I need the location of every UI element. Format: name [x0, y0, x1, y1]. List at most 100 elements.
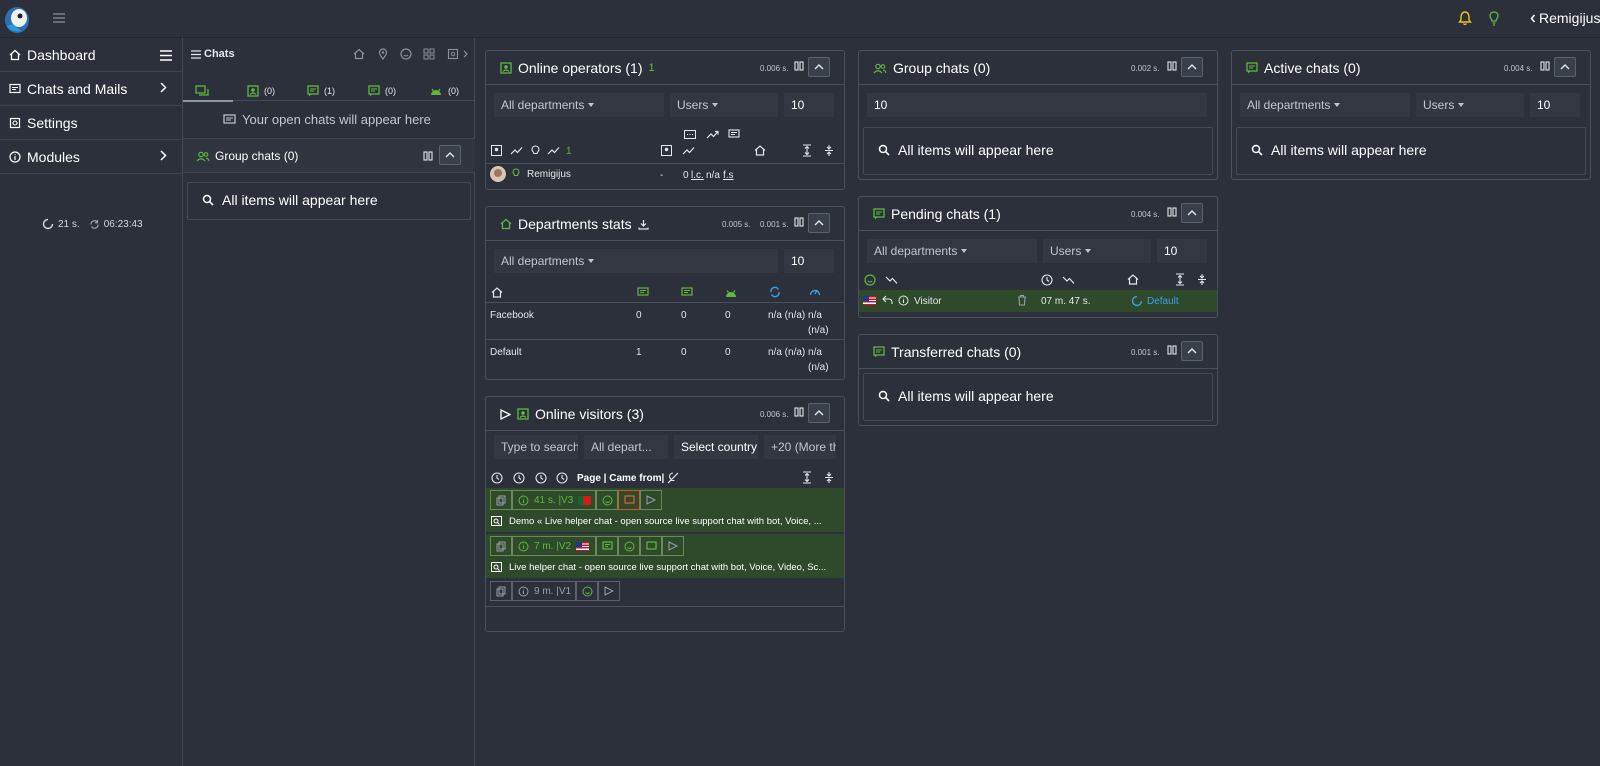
- active-chats-title: Active chats (0): [1264, 60, 1361, 76]
- caret-down-icon: [1458, 103, 1465, 107]
- limit-input[interactable]: 10: [784, 249, 834, 273]
- page-search-icon: [491, 562, 502, 572]
- nav-chats-and-mails[interactable]: Chats and Mails: [0, 72, 182, 106]
- visitor-info-button[interactable]: 7 m. |V2: [512, 536, 596, 556]
- collapse-vertical-icon[interactable]: [824, 471, 834, 484]
- message-icon: [728, 129, 740, 138]
- columns-icon[interactable]: [794, 407, 804, 417]
- send-invitation-button[interactable]: [662, 536, 684, 556]
- map-pin-icon[interactable]: [377, 48, 389, 60]
- loading-spinner-icon: [42, 218, 54, 230]
- page-column-label: Page | Came from|: [577, 473, 665, 484]
- operator-name[interactable]: Remigijus: [527, 169, 571, 180]
- expand-vertical-icon[interactable]: [802, 471, 812, 484]
- collapse-button[interactable]: [1181, 203, 1203, 223]
- collapse-button[interactable]: [808, 403, 830, 423]
- copy-button[interactable]: [490, 536, 512, 556]
- visitor-search-input[interactable]: Type to search: [494, 435, 578, 459]
- copy-button[interactable]: [490, 490, 512, 510]
- chevron-left-icon: [1530, 14, 1536, 22]
- chat-history-button[interactable]: [596, 536, 618, 556]
- nav-settings[interactable]: Settings: [0, 106, 182, 140]
- visitor-info-button[interactable]: 9 m. |V1: [512, 581, 576, 601]
- message-icon: [681, 287, 693, 296]
- home-icon[interactable]: [353, 48, 365, 60]
- limit-input[interactable]: 10: [867, 93, 1207, 117]
- users-filter[interactable]: Users: [1416, 93, 1524, 117]
- info-icon[interactable]: [898, 295, 909, 306]
- visitor-avatar-button[interactable]: [596, 490, 618, 510]
- settings-icon[interactable]: [447, 48, 459, 60]
- users-filter[interactable]: Users: [670, 93, 778, 117]
- collapse-button[interactable]: [1181, 341, 1203, 361]
- users-filter[interactable]: Users: [1043, 239, 1151, 263]
- more-filter[interactable]: +20 (More th: [764, 435, 836, 459]
- department-filter[interactable]: All departments: [867, 239, 1037, 263]
- columns-icon[interactable]: [1167, 345, 1177, 355]
- collapse-button[interactable]: [808, 213, 830, 233]
- department-filter[interactable]: All departments: [1240, 93, 1410, 117]
- columns-icon[interactable]: [794, 217, 804, 227]
- home-icon: [500, 218, 512, 230]
- expand-vertical-icon[interactable]: [1175, 273, 1185, 286]
- load-time: 0.004 s.: [1131, 210, 1160, 219]
- collapse-button[interactable]: [808, 57, 830, 77]
- country-filter[interactable]: Select country: [674, 435, 758, 459]
- send-icon[interactable]: [500, 408, 511, 420]
- smiley-icon[interactable]: [400, 48, 412, 60]
- online-status-bulb-icon[interactable]: [1489, 11, 1499, 26]
- collapse-button[interactable]: [1554, 57, 1576, 77]
- department-filter-label: All departments: [874, 244, 958, 258]
- chevron-up-icon: [1560, 64, 1570, 70]
- reply-icon[interactable]: [882, 295, 893, 305]
- send-invitation-button[interactable]: [598, 581, 620, 601]
- nav-dashboard[interactable]: Dashboard: [0, 38, 182, 72]
- collapse-button[interactable]: [1181, 57, 1203, 77]
- user-menu[interactable]: Remigijus: [1530, 10, 1600, 26]
- visitor-department-filter[interactable]: All depart...: [584, 435, 668, 459]
- columns-icon[interactable]: [1540, 61, 1550, 71]
- collapse-vertical-icon[interactable]: [824, 144, 834, 157]
- app-logo[interactable]: [3, 4, 30, 34]
- expand-vertical-icon[interactable]: [802, 144, 812, 157]
- notification-bell-icon[interactable]: [1458, 11, 1472, 26]
- trend-up-icon: [547, 147, 560, 155]
- start-chat-button[interactable]: [618, 490, 640, 510]
- nav-modules[interactable]: Modules: [0, 140, 182, 174]
- android-icon: [726, 290, 736, 297]
- copy-button[interactable]: [490, 581, 512, 601]
- trash-icon[interactable]: [1017, 294, 1027, 306]
- grid-icon[interactable]: [423, 48, 435, 60]
- menu-icon[interactable]: [160, 50, 172, 61]
- download-icon[interactable]: [638, 219, 649, 230]
- columns-icon[interactable]: [423, 151, 433, 161]
- limit-input[interactable]: 10: [1530, 93, 1580, 117]
- info-icon: [9, 150, 21, 163]
- dept-value: (n/a): [808, 325, 829, 336]
- columns-icon[interactable]: [1167, 207, 1177, 217]
- department-filter[interactable]: All departments: [494, 93, 664, 117]
- chevron-right-icon[interactable]: [463, 50, 468, 58]
- refresh-icon[interactable]: [89, 219, 100, 230]
- collapse-vertical-icon[interactable]: [1197, 273, 1207, 286]
- visitor-page[interactable]: Demo « Live helper chat - open source li…: [509, 516, 839, 527]
- card-header: Active chats (0) 0.004 s.: [1232, 51, 1590, 85]
- flag-us-icon: [863, 296, 876, 305]
- no-bulb-icon[interactable]: [667, 472, 679, 484]
- limit-input[interactable]: 10: [784, 93, 834, 117]
- limit-input[interactable]: 10: [1157, 239, 1207, 263]
- visitor-avatar-button[interactable]: [618, 536, 640, 556]
- visitor-info-button[interactable]: 41 s. |V3: [512, 490, 596, 510]
- send-invitation-button[interactable]: [640, 490, 662, 510]
- start-chat-button[interactable]: [640, 536, 662, 556]
- columns-icon[interactable]: [1167, 61, 1177, 71]
- sidebar-toggle-icon[interactable]: [53, 13, 65, 23]
- visitor-page[interactable]: Live helper chat - open source live supp…: [509, 562, 839, 573]
- visitor-avatar-button[interactable]: [576, 581, 598, 601]
- department-filter[interactable]: All departments: [494, 249, 778, 273]
- caret-down-icon: [712, 103, 719, 107]
- pending-visitor-name[interactable]: Visitor: [914, 296, 942, 307]
- columns-icon[interactable]: [794, 61, 804, 71]
- collapse-button[interactable]: [439, 145, 461, 165]
- settings-icon: [9, 117, 21, 128]
